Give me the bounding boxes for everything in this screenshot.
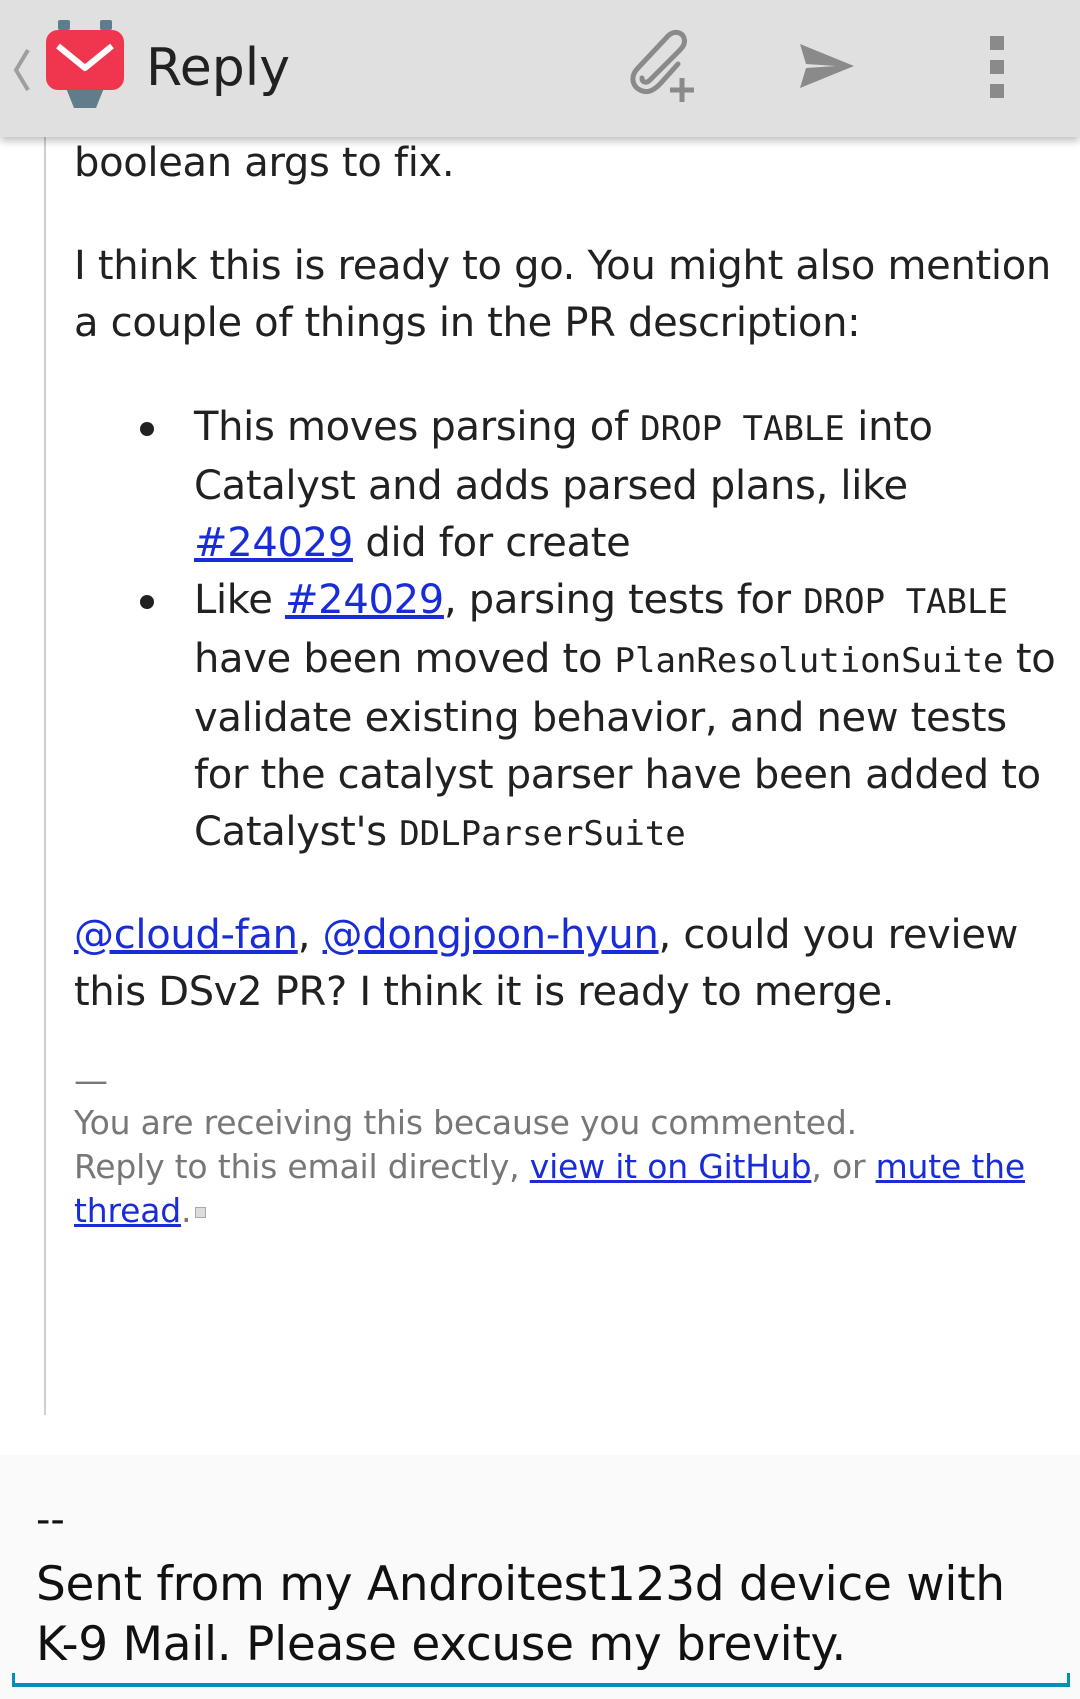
mention-link[interactable]: @dongjoon-hyun — [323, 912, 659, 958]
k9-mail-logo-icon[interactable] — [44, 18, 126, 110]
signature-separator: -- — [36, 1497, 65, 1543]
bullet-dot — [140, 595, 154, 609]
mention-link[interactable]: @cloud-fan — [74, 912, 298, 958]
list-item: This moves parsing of DROP TABLE into Ca… — [140, 399, 1070, 572]
quoted-paragraph: I think this is ready to go. You might a… — [74, 243, 1051, 346]
attach-file-icon[interactable] — [620, 26, 700, 106]
tracking-pixel-icon — [195, 1207, 207, 1218]
quoted-line: boolean args to fix. — [74, 140, 455, 186]
code-span: PlanResolutionSuite — [614, 641, 1004, 681]
signature-text[interactable]: Sent from my Androitest123d device with … — [36, 1555, 1056, 1675]
footer-dash: — — [74, 1061, 108, 1101]
pr-link[interactable]: #24029 — [285, 577, 444, 623]
quoted-paragraph: @cloud-fan, @dongjoon-hyun, could you re… — [74, 912, 1019, 1015]
quoted-bullet-list: This moves parsing of DROP TABLE into Ca… — [74, 399, 1070, 863]
page-title: Reply — [146, 38, 291, 98]
footer-actions: Reply to this email directly, view it on… — [74, 1147, 1025, 1230]
chevron-left-icon[interactable] — [10, 42, 34, 98]
action-bar: Reply — [0, 0, 1080, 137]
view-on-github-link[interactable]: view it on GitHub — [530, 1147, 812, 1186]
bullet-dot — [140, 422, 154, 436]
footer-notice: You are receiving this because you comme… — [74, 1103, 857, 1142]
list-item: Like #24029, parsing tests for DROP TABL… — [140, 572, 1070, 863]
code-span: DROP TABLE — [803, 582, 1008, 622]
send-icon[interactable] — [796, 36, 856, 96]
code-span: DDLParserSuite — [399, 814, 686, 854]
more-vert-icon[interactable] — [982, 32, 1012, 102]
pr-link[interactable]: #24029 — [194, 520, 353, 566]
signature-field[interactable]: -- Sent from my Androitest123d device wi… — [0, 1455, 1080, 1699]
field-underline — [12, 1673, 1070, 1687]
code-span: DROP TABLE — [640, 409, 845, 449]
quoted-message[interactable]: boolean args to fix. I think this is rea… — [44, 137, 1080, 1415]
